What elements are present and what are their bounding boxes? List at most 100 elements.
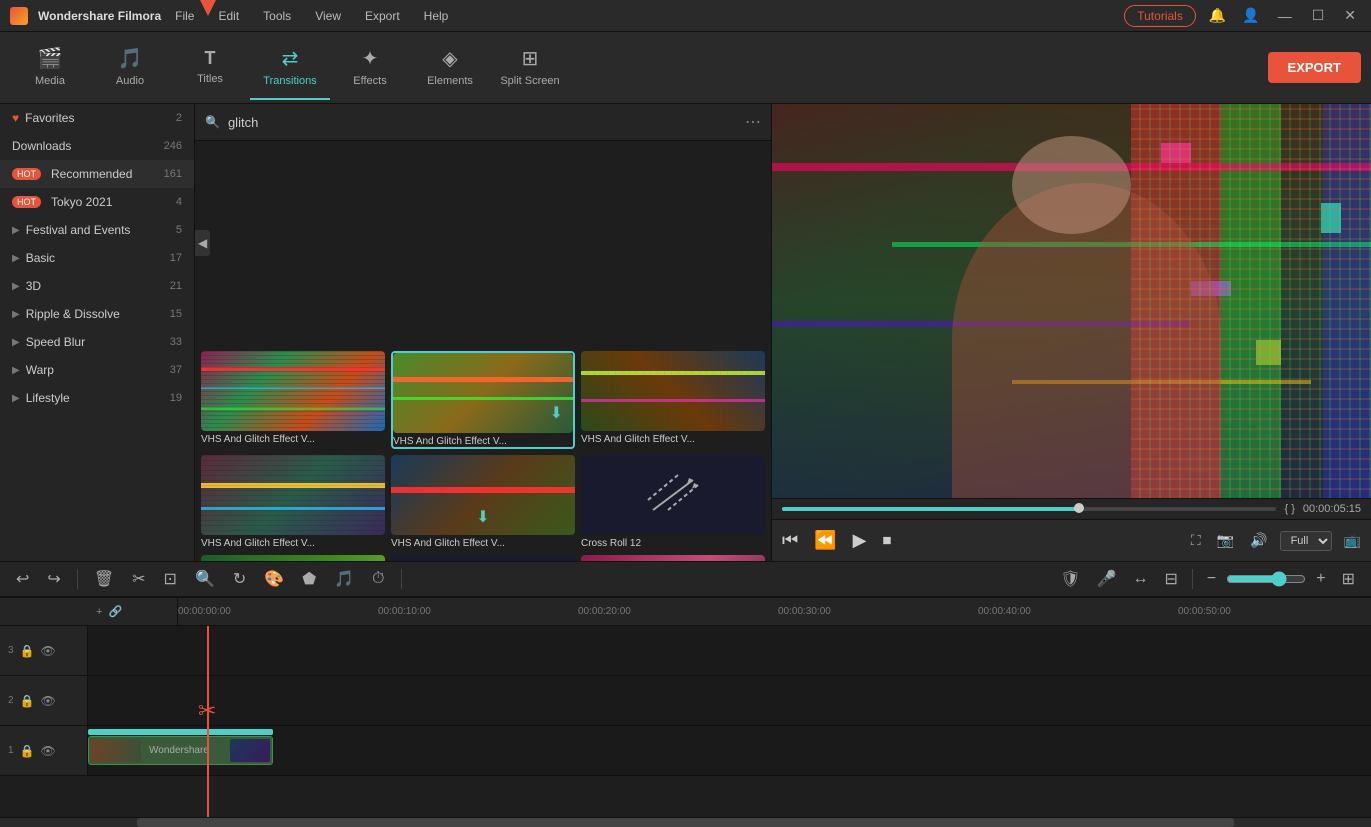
thumbnail-1[interactable]: VHS And Glitch Effect V... [201, 351, 385, 449]
zoom-fit-button[interactable]: 🔍 [189, 565, 221, 593]
transitions-icon: ⇄ [282, 46, 299, 71]
separator-3 [1192, 569, 1193, 589]
transition-add-icon[interactable]: ↔ [1127, 566, 1155, 592]
track-lock-3[interactable]: 🔒 [20, 644, 35, 658]
toolbar-elements[interactable]: ◈ Elements [410, 36, 490, 100]
thumb-label-5: VHS And Glitch Effect V... [391, 538, 575, 549]
crop-button[interactable]: ⊡ [158, 565, 183, 593]
thumbnail-2[interactable]: ⬇ VHS And Glitch Effect V... [391, 351, 575, 449]
mic-icon[interactable]: 🎤 [1091, 565, 1123, 593]
track-lock-1[interactable]: 🔒 [20, 744, 35, 758]
menu-export[interactable]: Export [361, 7, 404, 25]
step-back-button[interactable]: ⏪ [810, 526, 840, 555]
menu-tools[interactable]: Tools [259, 7, 295, 25]
thumbnail-3[interactable]: VHS And Glitch Effect V... [581, 351, 765, 449]
thumbnail-9[interactable]: ♥ VHS And Glitch Effect... [581, 555, 765, 561]
zoom-in-icon[interactable]: + [1310, 566, 1331, 592]
audio-button[interactable]: 🎵 [328, 565, 360, 593]
panel-ripple[interactable]: ▶ Ripple & Dissolve 15 [0, 300, 194, 328]
toolbar-split-screen[interactable]: ⊞ Split Screen [490, 36, 570, 100]
transition-bar [88, 729, 273, 735]
thumbnail-8[interactable]: VHS And Glitch Effect... [391, 555, 575, 561]
panel-recommended[interactable]: HOT Recommended 161 [0, 160, 194, 188]
full-screen-icon[interactable]: ⛶ [1187, 528, 1205, 553]
progress-bar[interactable] [782, 507, 1276, 511]
thumbnail-4[interactable]: VHS And Glitch Effect V... [201, 455, 385, 549]
minimize-button[interactable]: — [1278, 8, 1292, 24]
video-clip-1[interactable]: Wondershare [88, 736, 273, 765]
shield-icon[interactable]: 🛡 [1054, 565, 1086, 593]
stabilize-button[interactable]: ⬟ [296, 565, 322, 593]
panel-warp[interactable]: ▶ Warp 37 [0, 356, 194, 384]
undo-button[interactable]: ↩ [10, 565, 35, 593]
panel-warp-left: ▶ Warp [12, 363, 54, 377]
bottom-toolbar: ↩ ↪ 🗑 ✂ ⊡ 🔍 ↻ 🎨 ⬟ 🎵 ⏱ 🛡 🎤 ↔ ⊟ − + ⊞ [0, 561, 1371, 597]
panel-festival[interactable]: ▶ Festival and Events 5 [0, 216, 194, 244]
export-button[interactable]: EXPORT [1268, 52, 1361, 83]
panel-downloads[interactable]: Downloads 246 [0, 132, 194, 160]
panel-3d[interactable]: ▶ 3D 21 [0, 272, 194, 300]
menu-file[interactable]: File [171, 7, 198, 25]
panel-basic[interactable]: ▶ Basic 17 [0, 244, 194, 272]
pip-icon[interactable]: ⊟ [1159, 565, 1184, 593]
toolbar-transitions[interactable]: ⇄ Transitions [250, 36, 330, 100]
panel-favorites[interactable]: ♥ Favorites 2 [0, 104, 194, 132]
track-eye-2[interactable]: 👁 [41, 694, 56, 708]
timeline-scrollbar[interactable] [0, 817, 1371, 827]
track-content-2[interactable] [88, 676, 1371, 725]
search-bar: 🔍 ⋯ [195, 104, 771, 141]
cut-button[interactable]: ✂ [126, 565, 151, 593]
thumb-img-9: ♥ [581, 555, 765, 561]
track-lock-2[interactable]: 🔒 [20, 694, 35, 708]
add-track-button[interactable]: + [96, 606, 102, 618]
panel-tokyo2021[interactable]: HOT Tokyo 2021 4 [0, 188, 194, 216]
play-button[interactable]: ▶ [849, 526, 871, 555]
track-content-1[interactable]: Wondershare [88, 726, 1371, 775]
toolbar-effects[interactable]: ✦ Effects [330, 36, 410, 100]
toolbar-audio[interactable]: 🎵 Audio [90, 36, 170, 100]
lifestyle-count: 19 [170, 392, 182, 404]
track-eye-3[interactable]: 👁 [41, 644, 56, 658]
scissors-icon: ✂ [198, 698, 216, 724]
track-content-3[interactable] [88, 626, 1371, 675]
menu-help[interactable]: Help [420, 7, 453, 25]
user-icon[interactable]: 👤 [1242, 7, 1259, 24]
menu-view[interactable]: View [311, 7, 345, 25]
stop-button[interactable]: ⏹ [878, 526, 895, 555]
thumb-img-cross [581, 455, 765, 535]
skip-back-button[interactable]: ⏮ [778, 526, 802, 555]
rotate-button[interactable]: ↻ [227, 565, 252, 593]
screenshot-icon[interactable]: 📷 [1213, 528, 1238, 553]
thumbnail-5[interactable]: ⬇ VHS And Glitch Effect V... [391, 455, 575, 549]
basic-chevron-icon: ▶ [12, 253, 20, 264]
redo-button[interactable]: ↪ [41, 565, 66, 593]
thumbnail-cross-roll[interactable]: Cross Roll 12 [581, 455, 765, 549]
maximize-button[interactable]: ☐ [1312, 7, 1325, 24]
panel-speed-blur[interactable]: ▶ Speed Blur 33 [0, 328, 194, 356]
track-eye-1[interactable]: 👁 [41, 744, 56, 758]
toolbar-media[interactable]: 🎬 Media [10, 36, 90, 100]
toolbar-titles[interactable]: T Titles [170, 36, 250, 100]
quality-select[interactable]: Full 1/2 1/4 [1280, 531, 1332, 551]
color-button[interactable]: 🎨 [258, 565, 290, 593]
fit-timeline-icon[interactable]: ⊞ [1336, 565, 1361, 593]
preview-panel: { } 00:00:05:15 ⏮ ⏪ ▶ ⏹ ⛶ 📷 🔊 Full 1/2 1… [771, 104, 1371, 561]
notification-icon[interactable]: 🔔 [1209, 7, 1226, 24]
search-input[interactable] [228, 115, 745, 130]
zoom-out-icon[interactable]: − [1201, 566, 1222, 592]
speed-button[interactable]: ⏱ [366, 566, 390, 592]
render-preview-icon[interactable]: 📺 [1340, 528, 1365, 553]
scroll-left-button[interactable]: ◀ [195, 230, 210, 256]
zoom-slider[interactable] [1226, 571, 1306, 587]
tutorials-button[interactable]: Tutorials [1124, 5, 1196, 27]
thumbnail-7[interactable]: ♥ VHS And Glitch Effect... [201, 555, 385, 561]
grid-options-icon[interactable]: ⋯ [745, 112, 761, 132]
speed-blur-label: Speed Blur [26, 335, 85, 349]
time-current: 00:00:05:15 [1303, 503, 1361, 515]
delete-button[interactable]: 🗑 [88, 565, 120, 593]
menu-edit[interactable]: Edit [214, 7, 243, 25]
link-button[interactable]: 🔗 [108, 605, 122, 618]
volume-icon[interactable]: 🔊 [1246, 528, 1271, 553]
panel-lifestyle[interactable]: ▶ Lifestyle 19 [0, 384, 194, 412]
close-button[interactable]: ✕ [1344, 7, 1356, 24]
